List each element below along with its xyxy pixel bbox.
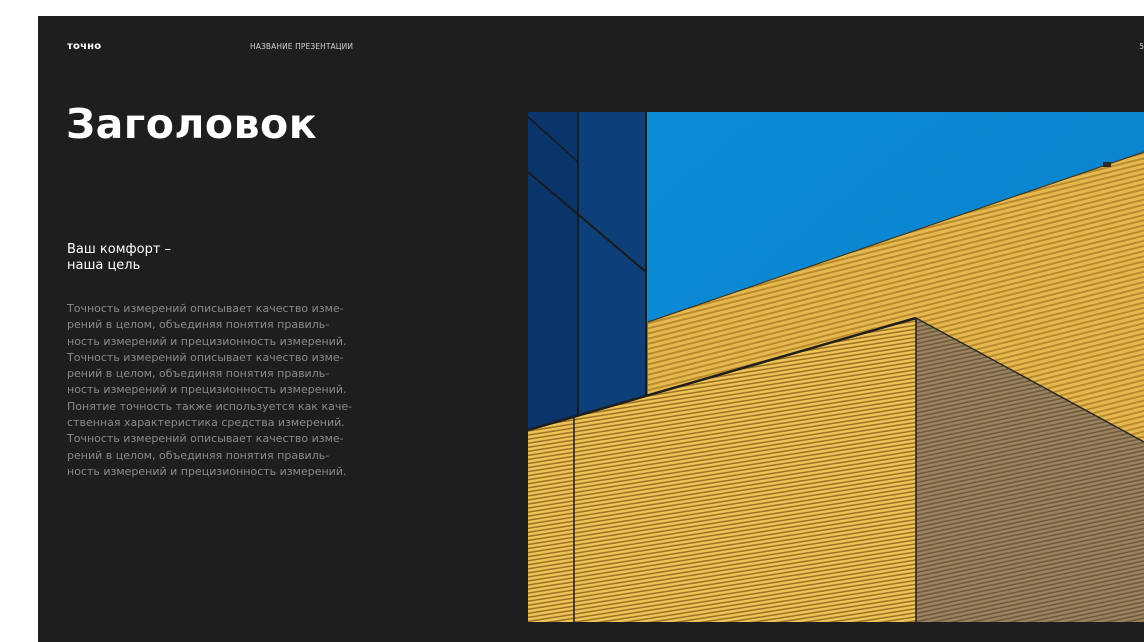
body-line: Точность измерений описывает качество из…	[67, 350, 344, 364]
building-facade-photo	[528, 112, 1144, 622]
body-line: ственная характеристика средства измерен…	[67, 416, 345, 430]
body-line: ность измерений и прецизионность измерен…	[67, 334, 347, 348]
page-number: 5	[1139, 42, 1144, 51]
body-line: ность измерений и прецизионность измерен…	[67, 464, 347, 478]
body-line: рений в целом, объединяя понятия правиль…	[67, 448, 330, 462]
body-line: Понятие точность также используется как …	[67, 399, 353, 413]
body-line: рений в целом, объединяя понятия правиль…	[67, 318, 330, 332]
body-line: Точность измерений описывает качество из…	[67, 432, 344, 446]
body-line: ность измерений и прецизионность измерен…	[67, 383, 347, 397]
presentation-title: НАЗВАНИЕ ПРЕЗЕНТАЦИИ	[250, 42, 354, 51]
slide-heading: Заголовок	[66, 100, 318, 148]
body-line: рений в целом, объединяя понятия правиль…	[67, 367, 330, 381]
slide: точно НАЗВАНИЕ ПРЕЗЕНТАЦИИ 5 Заголовок В…	[38, 16, 1144, 642]
body-line: Точность измерений описывает качество из…	[67, 302, 344, 315]
brand-logo: точно	[67, 41, 102, 52]
body-text: Точность измерений описывает качество из…	[67, 301, 427, 480]
slide-subheading: Ваш комфорт – наша цель	[67, 242, 172, 273]
